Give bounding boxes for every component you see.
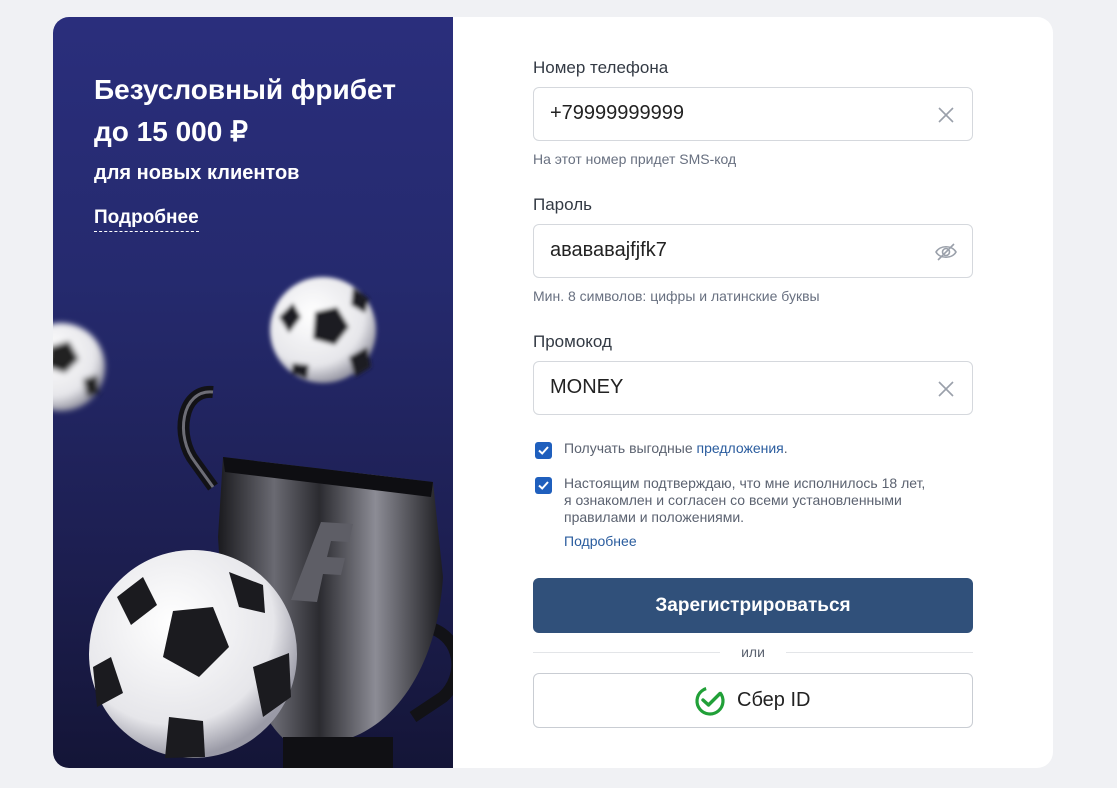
age-consent-label: Настоящим подтверждаю, что мне исполнило…	[564, 475, 925, 550]
phone-label: Номер телефона	[533, 58, 669, 77]
password-hint: Мин. 8 символов: цифры и латинские буквы	[533, 288, 820, 304]
age-consent-checkbox[interactable]	[535, 477, 552, 494]
age-consent-line3: правилами и положениями.	[564, 509, 745, 525]
clear-icon[interactable]	[934, 377, 958, 401]
offers-suffix: .	[783, 440, 788, 456]
sber-id-label: Сбер ID	[737, 689, 811, 711]
promo-subtitle: для новых клиентов	[94, 162, 300, 184]
clear-icon[interactable]	[934, 103, 958, 127]
sber-logo-icon	[695, 686, 725, 716]
promo-more-link[interactable]: Подробнее	[94, 207, 199, 232]
phone-field[interactable]: +79999999999	[533, 87, 973, 141]
ball-floating	[270, 277, 376, 383]
offers-text: Получать выгодные	[564, 440, 697, 456]
register-button[interactable]: Зарегистрироваться	[533, 578, 973, 633]
promo-title: Безусловный фрибет до 15 000 ₽	[94, 74, 396, 147]
sber-id-button[interactable]: Сбер ID	[533, 673, 973, 728]
ball-large	[89, 550, 297, 758]
checkmark-icon	[538, 481, 549, 490]
or-label: или	[720, 644, 786, 660]
promo-code-value[interactable]: MONEY	[550, 376, 623, 399]
promo-banner: Безусловный фрибет до 15 000 ₽ для новых…	[53, 17, 453, 768]
offers-checkbox[interactable]	[535, 442, 552, 459]
promo-code-label: Промокод	[533, 332, 612, 351]
age-consent-line2: я ознакомлен и согласен со всеми установ…	[564, 492, 902, 508]
eye-off-icon[interactable]	[934, 240, 958, 264]
ball-small-left	[53, 323, 105, 411]
checkmark-icon	[538, 446, 549, 455]
phone-hint: На этот номер придет SMS-код	[533, 151, 737, 167]
promo-code-field[interactable]: MONEY	[533, 361, 973, 415]
password-value[interactable]: авававаjfjfk7	[550, 239, 667, 262]
password-label: Пароль	[533, 195, 592, 214]
phone-value[interactable]: +79999999999	[550, 102, 684, 125]
offers-link[interactable]: предложения	[697, 440, 784, 456]
registration-card: Безусловный фрибет до 15 000 ₽ для новых…	[53, 17, 1053, 768]
password-field[interactable]: авававаjfjfk7	[533, 224, 973, 278]
consent-more-link[interactable]: Подробнее	[564, 533, 925, 550]
age-consent-line1: Настоящим подтверждаю, что мне исполнило…	[564, 475, 926, 491]
offers-checkbox-label: Получать выгодные предложения.	[564, 440, 788, 457]
